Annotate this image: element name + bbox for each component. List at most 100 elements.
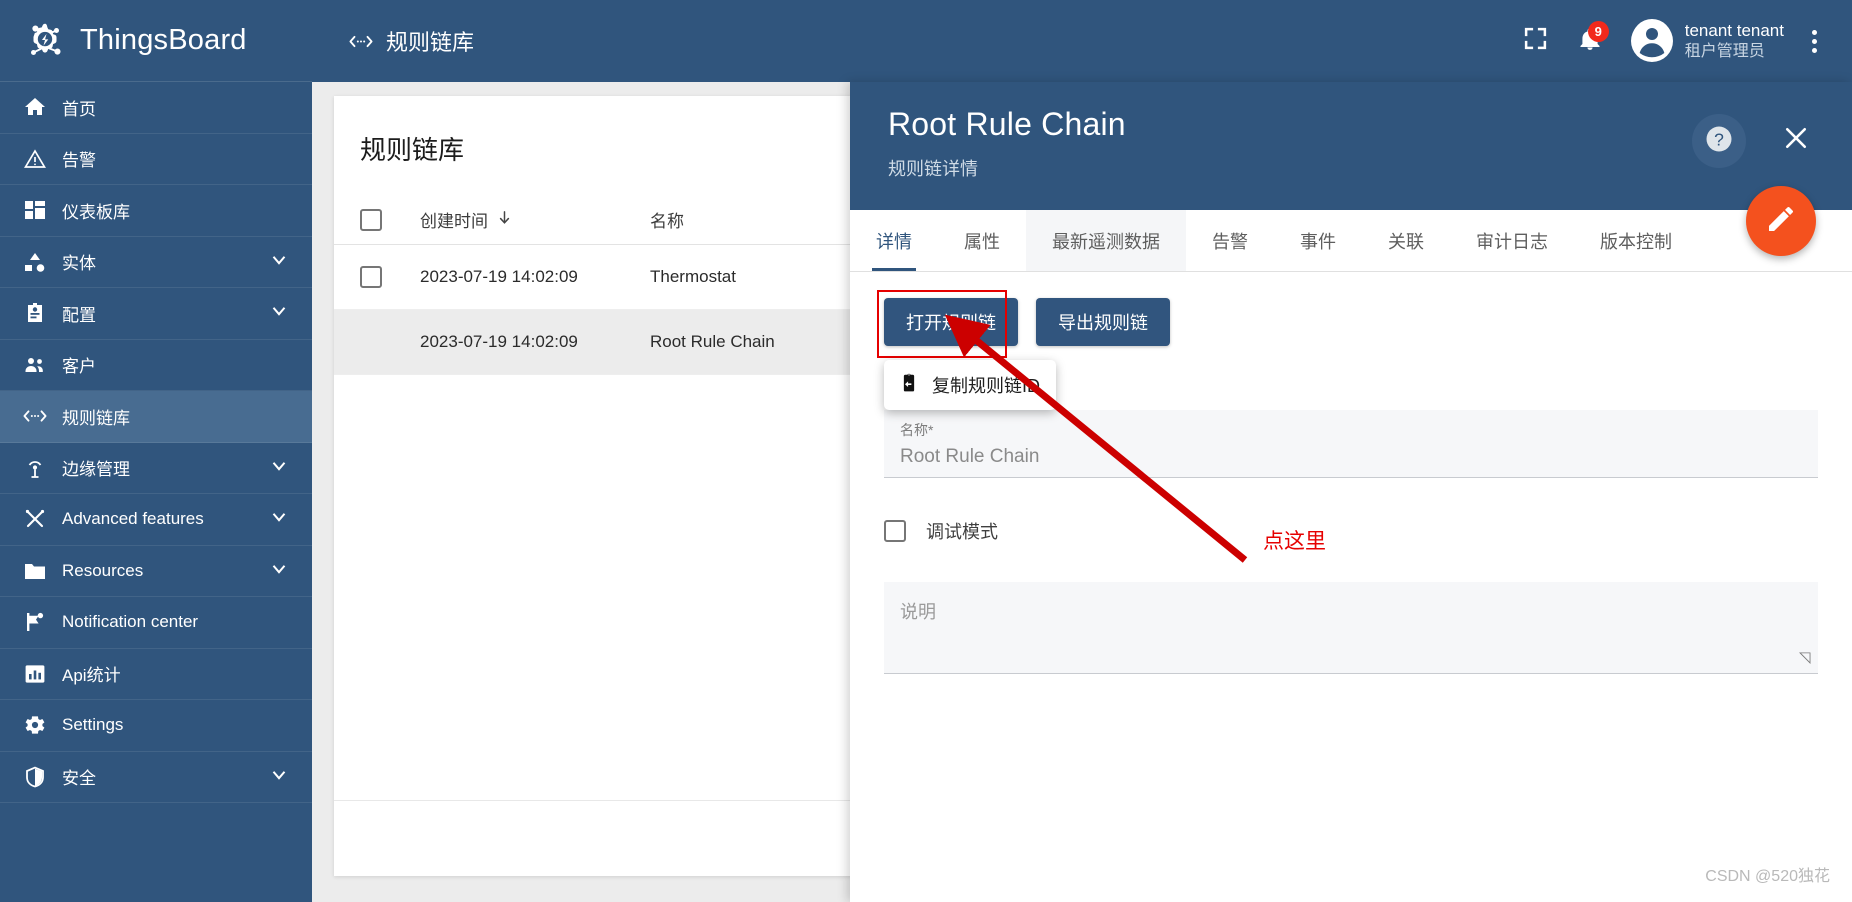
customers-people-icon — [22, 352, 48, 378]
sidebar-item-api-usage[interactable]: Api统计 — [0, 649, 312, 700]
sidebar: ThingsBoard 首页 告警 仪表板库 实体 配置 客户 规则链库 边缘管… — [0, 0, 312, 902]
cell-created-time: 2023-07-19 14:02:09 — [420, 332, 578, 351]
fullscreen-button[interactable] — [1509, 14, 1563, 68]
pencil-edit-icon — [1765, 203, 1797, 240]
tab-relations[interactable]: 关联 — [1362, 210, 1450, 271]
entity-details-panel: Root Rule Chain 规则链详情 ? 详情 属性 最新遥测数据 告警 — [850, 82, 1852, 902]
dashboards-grid-icon — [22, 197, 48, 223]
user-info[interactable]: tenant tenant 租户管理员 — [1685, 20, 1784, 61]
rule-chain-icon — [348, 28, 374, 54]
sidebar-item-label: 告警 — [62, 151, 96, 171]
sidebar-item-label: 规则链库 — [62, 408, 130, 428]
close-button[interactable] — [1772, 116, 1820, 164]
gear-icon — [22, 712, 48, 738]
description-field[interactable]: 说明 ◸ — [884, 582, 1818, 674]
shield-icon — [22, 764, 48, 790]
flag-icon — [22, 609, 48, 635]
select-all-checkbox[interactable] — [360, 208, 382, 231]
row-checkbox[interactable] — [360, 266, 382, 288]
open-rule-chain-button[interactable]: 打开规则链 — [884, 298, 1018, 346]
rule-chain-icon — [22, 403, 48, 429]
details-body: 打开规则链 复制规则链ID 导出规则链 名称* Root Rule Chain — [850, 272, 1852, 902]
sidebar-item-label: Advanced features — [62, 509, 204, 529]
folder-icon — [22, 558, 48, 584]
name-field-value: Root Rule Chain — [900, 446, 1040, 467]
sidebar-item-label: 配置 — [62, 305, 96, 325]
clipboard-copy-icon — [898, 372, 920, 399]
kebab-menu-icon[interactable] — [1794, 16, 1834, 66]
sidebar-item-label: 边缘管理 — [62, 460, 130, 480]
column-header-label: 创建时间 — [420, 212, 488, 231]
sidebar-item-home[interactable]: 首页 — [0, 82, 312, 134]
user-name: tenant tenant — [1684, 21, 1784, 41]
annotation-text: 点这里 — [1263, 530, 1326, 553]
arrow-down-icon — [496, 209, 513, 231]
topbar-actions: 9 tenant tenant 租户管理员 — [1509, 14, 1852, 68]
edge-antenna-icon — [22, 455, 48, 481]
debug-mode-checkbox[interactable] — [884, 520, 906, 542]
details-header: Root Rule Chain 规则链详情 ? — [850, 82, 1852, 210]
tools-icon — [22, 506, 48, 532]
help-button[interactable]: ? — [1692, 114, 1746, 168]
edit-fab-button[interactable] — [1746, 186, 1816, 256]
sidebar-item-resources[interactable]: Resources — [0, 546, 312, 597]
chevron-down-icon[interactable] — [268, 454, 290, 481]
sidebar-item-entities[interactable]: 实体 — [0, 237, 312, 288]
chevron-down-icon[interactable] — [268, 248, 290, 275]
sidebar-item-notification-center[interactable]: Notification center — [0, 597, 312, 649]
user-avatar-icon — [1631, 18, 1672, 64]
sidebar-item-settings[interactable]: Settings — [0, 700, 312, 752]
sidebar-nav: 首页 告警 仪表板库 实体 配置 客户 规则链库 边缘管理 Advanced f… — [0, 82, 312, 803]
sidebar-item-label: 实体 — [62, 254, 96, 274]
details-tabs: 详情 属性 最新遥测数据 告警 事件 关联 审计日志 版本控制 — [850, 210, 1852, 272]
name-field[interactable]: 名称* Root Rule Chain — [884, 410, 1818, 478]
fullscreen-icon — [1523, 26, 1548, 56]
chevron-down-icon[interactable] — [268, 506, 290, 533]
export-rule-chain-button[interactable]: 导出规则链 — [1036, 298, 1170, 346]
cell-name: Thermostat — [650, 267, 736, 286]
sidebar-item-label: Api统计 — [62, 666, 121, 686]
tab-latest-telemetry[interactable]: 最新遥测数据 — [1026, 210, 1186, 271]
cell-created-time: 2023-07-19 14:02:09 — [420, 267, 578, 286]
name-field-label: 名称* — [900, 422, 934, 438]
sidebar-item-rule-chains[interactable]: 规则链库 — [0, 391, 312, 443]
sidebar-item-alarms[interactable]: 告警 — [0, 134, 312, 185]
sidebar-item-label: 客户 — [62, 357, 96, 377]
sidebar-item-customers[interactable]: 客户 — [0, 340, 312, 391]
tab-attributes[interactable]: 属性 — [938, 210, 1026, 271]
tab-audit-logs[interactable]: 审计日志 — [1450, 210, 1574, 271]
notifications-badge: 9 — [1587, 21, 1609, 42]
alarm-warning-icon — [22, 146, 48, 172]
column-header-name[interactable]: 名称 — [650, 207, 684, 232]
copy-rule-chain-id-button[interactable]: 复制规则链ID — [884, 360, 1056, 410]
page-title-text: 规则链库 — [386, 30, 475, 55]
sidebar-item-dashboards[interactable]: 仪表板库 — [0, 185, 312, 237]
tab-alarms[interactable]: 告警 — [1186, 210, 1274, 271]
tab-events[interactable]: 事件 — [1274, 210, 1362, 271]
close-icon — [1781, 123, 1811, 158]
resize-handle-icon[interactable]: ◸ — [1799, 648, 1811, 666]
sidebar-item-security[interactable]: 安全 — [0, 752, 312, 803]
details-action-buttons: 打开规则链 复制规则链ID 导出规则链 — [877, 290, 1818, 410]
debug-mode-row: 调试模式 — [884, 518, 1818, 544]
chevron-down-icon[interactable] — [268, 300, 290, 327]
sidebar-item-label: 仪表板库 — [62, 202, 130, 222]
debug-mode-label: 调试模式 — [926, 522, 998, 542]
brand-header: ThingsBoard — [0, 0, 312, 82]
page-title: 规则链库 — [348, 25, 474, 57]
notifications-button[interactable]: 9 — [1563, 14, 1617, 68]
sidebar-item-profiles[interactable]: 配置 — [0, 288, 312, 340]
avatar[interactable] — [1630, 18, 1673, 64]
open-rule-chain-wrapper: 打开规则链 复制规则链ID — [877, 290, 1056, 410]
sidebar-item-edge[interactable]: 边缘管理 — [0, 443, 312, 494]
chevron-down-icon[interactable] — [268, 763, 290, 790]
tab-details[interactable]: 详情 — [850, 210, 938, 271]
chevron-down-icon[interactable] — [268, 557, 290, 584]
sidebar-item-label: 安全 — [62, 769, 96, 789]
user-role: 租户管理员 — [1684, 42, 1765, 60]
column-header-created-time[interactable]: 创建时间 — [420, 207, 650, 232]
tab-version-control[interactable]: 版本控制 — [1574, 210, 1698, 271]
thingsboard-logo-icon — [22, 18, 68, 64]
sidebar-item-advanced-features[interactable]: Advanced features — [0, 494, 312, 546]
profiles-badge-icon — [22, 300, 48, 326]
